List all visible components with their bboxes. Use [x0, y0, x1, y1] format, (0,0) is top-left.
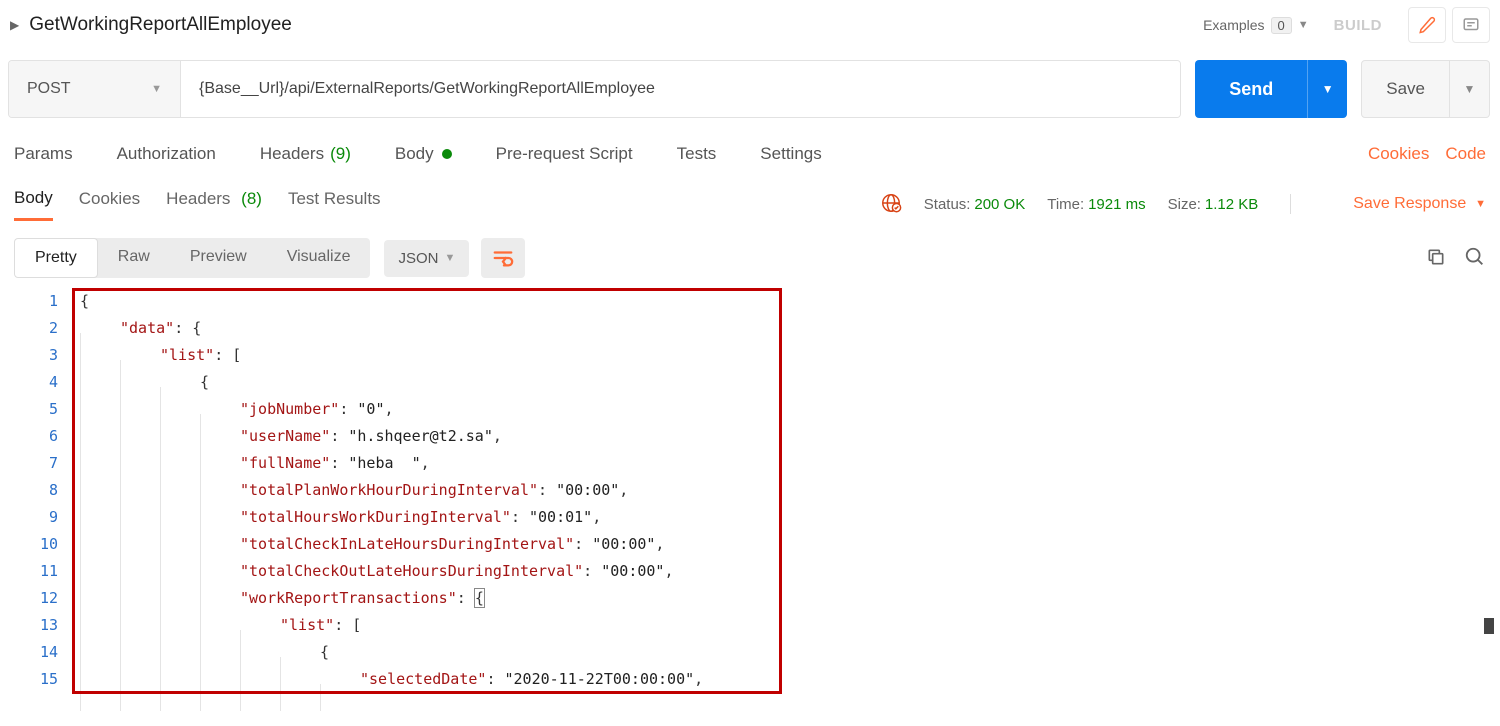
resp-tab-headers[interactable]: Headers (8)	[166, 189, 262, 219]
line-number-gutter: 123456789101112131415	[0, 288, 70, 693]
method-url-group: POST ▼	[8, 60, 1181, 118]
code-link[interactable]: Code	[1445, 144, 1486, 164]
chevron-down-icon: ▼	[444, 252, 455, 264]
resp-tab-body[interactable]: Body	[14, 188, 53, 221]
save-dropdown-button[interactable]: ▼	[1450, 60, 1490, 118]
examples-count-badge: 0	[1271, 17, 1292, 34]
divider	[1290, 194, 1291, 214]
examples-label: Examples	[1203, 17, 1264, 33]
code-content[interactable]: {"data": {"list": [{"jobNumber": "0","us…	[70, 288, 1500, 693]
request-header-row: ▶ GetWorkingReportAllEmployee Examples 0…	[0, 0, 1500, 50]
request-tabs: Params Authorization Headers(9) Body Pre…	[0, 128, 1500, 180]
view-mode-visualize[interactable]: Visualize	[267, 238, 371, 278]
examples-dropdown[interactable]: Examples 0 ▼	[1203, 17, 1309, 34]
save-button[interactable]: Save	[1361, 60, 1450, 118]
resp-tab-test-results[interactable]: Test Results	[288, 189, 381, 219]
url-row: POST ▼ Send ▼ Save ▼	[0, 50, 1500, 128]
build-label: BUILD	[1334, 17, 1382, 34]
cookies-link[interactable]: Cookies	[1368, 144, 1429, 164]
resp-headers-count: (8)	[241, 189, 262, 208]
view-mode-preview[interactable]: Preview	[170, 238, 267, 278]
status-label: Status:	[924, 196, 971, 213]
view-mode-row: Pretty Raw Preview Visualize JSON▼	[0, 228, 1500, 288]
tab-tests[interactable]: Tests	[677, 144, 717, 164]
scrollbar-thumb[interactable]	[1484, 618, 1494, 634]
time-value: 1921 ms	[1088, 196, 1146, 213]
tab-headers[interactable]: Headers(9)	[260, 144, 351, 164]
time-label: Time:	[1047, 196, 1084, 213]
chevron-down-icon: ▼	[151, 83, 162, 95]
network-globe-icon[interactable]	[880, 192, 902, 217]
method-value: POST	[27, 80, 71, 98]
tab-prerequest[interactable]: Pre-request Script	[496, 144, 633, 164]
save-button-group: Save ▼	[1361, 60, 1490, 118]
response-tabs-row: Body Cookies Headers (8) Test Results St…	[0, 180, 1500, 228]
tab-params[interactable]: Params	[14, 144, 73, 164]
expand-caret-icon[interactable]: ▶	[10, 18, 19, 32]
size-value: 1.12 KB	[1205, 196, 1258, 213]
size-label: Size:	[1168, 196, 1201, 213]
tab-authorization[interactable]: Authorization	[117, 144, 216, 164]
response-meta: Status: 200 OK Time: 1921 ms Size: 1.12 …	[880, 192, 1486, 217]
wrap-lines-button[interactable]	[481, 238, 525, 278]
tab-settings[interactable]: Settings	[760, 144, 821, 164]
view-mode-group: Pretty Raw Preview Visualize	[14, 238, 370, 278]
status-value: 200 OK	[974, 196, 1025, 213]
response-format-select[interactable]: JSON▼	[384, 240, 469, 277]
view-mode-raw[interactable]: Raw	[98, 238, 170, 278]
response-actions	[1426, 246, 1486, 271]
search-button[interactable]	[1464, 246, 1486, 271]
tab-body[interactable]: Body	[395, 144, 452, 164]
response-body-viewer[interactable]: 123456789101112131415 {"data": {"list": …	[0, 288, 1500, 703]
request-title: GetWorkingReportAllEmployee	[29, 14, 1203, 36]
save-response-dropdown[interactable]: Save Response ▼	[1353, 195, 1486, 213]
headers-count: (9)	[330, 144, 351, 164]
resp-tab-cookies[interactable]: Cookies	[79, 189, 140, 219]
http-method-select[interactable]: POST ▼	[9, 61, 181, 117]
send-dropdown-button[interactable]: ▼	[1307, 60, 1347, 118]
comment-button[interactable]	[1452, 7, 1490, 43]
url-input[interactable]	[181, 61, 1180, 117]
body-active-dot-icon	[442, 149, 452, 159]
chevron-down-icon: ▼	[1298, 19, 1309, 31]
edit-button[interactable]	[1408, 7, 1446, 43]
send-button-group: Send ▼	[1195, 60, 1347, 118]
send-button[interactable]: Send	[1195, 60, 1307, 118]
view-mode-pretty[interactable]: Pretty	[14, 238, 98, 278]
copy-button[interactable]	[1426, 247, 1446, 270]
